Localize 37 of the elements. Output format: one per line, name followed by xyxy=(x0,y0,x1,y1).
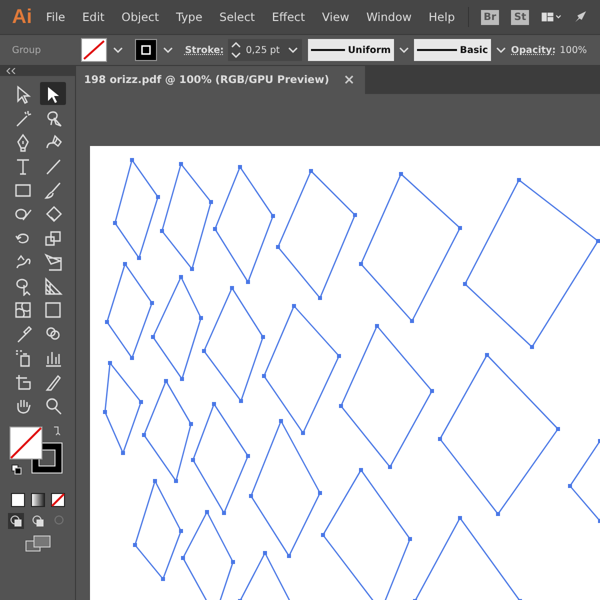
menu-item[interactable]: Object xyxy=(122,10,159,24)
selection-type: Group xyxy=(12,44,41,56)
variable-width-profile-dropdown[interactable]: Uniform xyxy=(308,39,394,61)
menu-item[interactable]: View xyxy=(322,10,350,24)
app-launcher[interactable]: St xyxy=(511,10,530,24)
app-launcher[interactable]: Br xyxy=(480,10,500,24)
stroke-weight-value: 0,25 pt xyxy=(246,44,281,56)
profile-label: Uniform xyxy=(348,44,391,56)
opacity-field[interactable]: 100% xyxy=(560,44,587,56)
draw-mode-icon[interactable] xyxy=(8,513,24,529)
menu-item[interactable]: Window xyxy=(366,10,412,24)
close-tab-button[interactable]: × xyxy=(343,72,355,88)
document-title: 198 orizz.pdf @ 100% (RGB/GPU Preview) xyxy=(84,74,330,86)
stroke-line-icon xyxy=(310,47,345,53)
screen-mode-icon[interactable] xyxy=(24,535,50,553)
document-tab[interactable]: 198 orizz.pdf @ 100% (RGB/GPU Preview) × xyxy=(76,66,365,94)
fill-none-swatch[interactable] xyxy=(80,38,107,62)
stroke-weight-field[interactable]: 0,25 pt xyxy=(228,39,302,61)
menu-item[interactable]: File xyxy=(46,10,66,24)
stroke-line-icon xyxy=(416,47,457,53)
stroke-label: Stroke: xyxy=(184,44,224,56)
color-mode-icon[interactable] xyxy=(10,493,24,507)
menu-item[interactable]: Help xyxy=(428,10,455,24)
menu-item[interactable]: Type xyxy=(176,10,202,24)
direct-tool-icon[interactable] xyxy=(40,82,66,105)
stepper-icon[interactable] xyxy=(230,40,242,60)
gradient-mode-icon[interactable] xyxy=(30,493,44,507)
collapse-icon[interactable] xyxy=(6,68,16,74)
brush-definition-dropdown[interactable]: Basic xyxy=(414,39,492,61)
brush-label: Basic xyxy=(460,44,488,56)
opacity-label[interactable]: Opacity: xyxy=(511,44,556,56)
menu-item[interactable]: Effect xyxy=(272,10,306,24)
menu-item[interactable]: Select xyxy=(219,10,255,24)
stroke-swatch[interactable] xyxy=(134,39,157,61)
menu-item[interactable]: Edit xyxy=(82,10,105,24)
draw-mode-icon[interactable] xyxy=(30,513,46,529)
none-mode-icon[interactable] xyxy=(50,493,64,507)
